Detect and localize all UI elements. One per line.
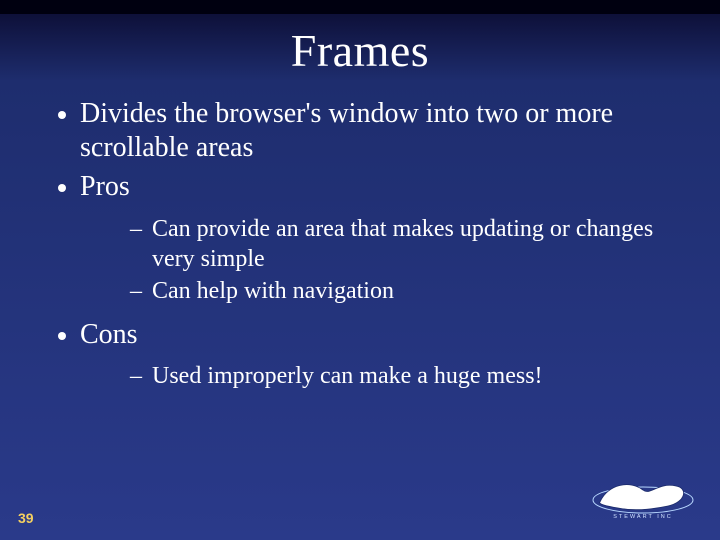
bullet-icon [58,184,66,192]
slide-content: Divides the browser's window into two or… [0,87,720,403]
sub-text: Used improperly can make a huge mess! [152,361,543,391]
sub-item: – Can help with navigation [130,276,680,306]
bullet-icon [58,332,66,340]
sub-item: – Can provide an area that makes updatin… [130,214,680,274]
bullet-icon [58,111,66,119]
sub-item: – Used improperly can make a huge mess! [130,361,680,391]
bullet-text: Cons [80,318,138,352]
slide: Frames Divides the browser's window into… [0,0,720,540]
bullet-text: Pros [80,170,130,204]
bullet-item: Pros [58,170,680,204]
page-number: 39 [18,510,34,526]
sub-text: Can help with navigation [152,276,394,306]
logo: STEWART INC [588,472,698,522]
bullet-item: Cons [58,318,680,352]
bullet-text: Divides the browser's window into two or… [80,97,680,164]
dash-icon: – [130,276,142,306]
bullet-item: Divides the browser's window into two or… [58,97,680,164]
dash-icon: – [130,214,142,244]
sub-list: – Can provide an area that makes updatin… [58,210,680,318]
sub-list: – Used improperly can make a huge mess! [58,357,680,403]
dash-icon: – [130,361,142,391]
top-bar [0,0,720,14]
logo-caption: STEWART INC [613,514,673,520]
sub-text: Can provide an area that makes updating … [152,214,680,274]
